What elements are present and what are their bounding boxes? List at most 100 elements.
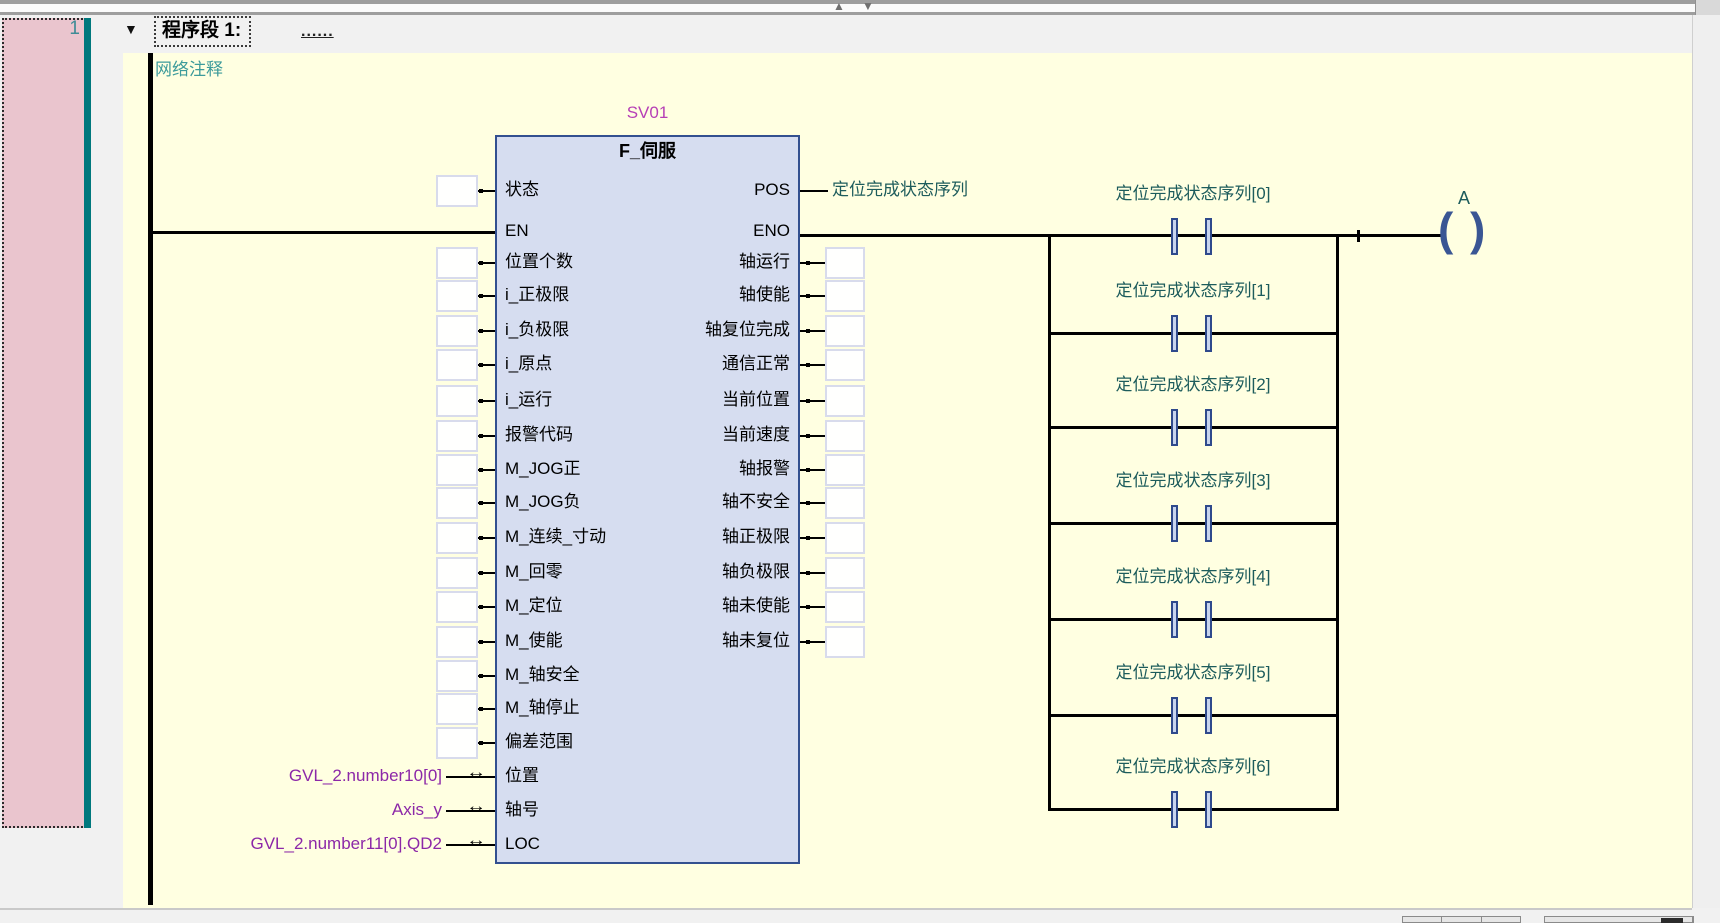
no-contact-bar-right[interactable] bbox=[1205, 218, 1212, 255]
no-contact-bar-right[interactable] bbox=[1205, 315, 1212, 352]
block-instance-name[interactable]: SV01 bbox=[495, 103, 800, 123]
no-contact-bar-left[interactable] bbox=[1171, 791, 1178, 828]
empty-operand-box[interactable] bbox=[825, 247, 865, 279]
bottom-toolbar-button[interactable] bbox=[1482, 917, 1520, 922]
empty-operand-box[interactable] bbox=[825, 280, 865, 312]
empty-operand-box[interactable] bbox=[825, 522, 865, 554]
empty-operand-box[interactable] bbox=[436, 349, 478, 381]
empty-operand-box[interactable] bbox=[436, 626, 478, 658]
splitter-handle[interactable] bbox=[0, 4, 1720, 12]
block-input-pin-i_正极限[interactable]: i_正极限 bbox=[505, 284, 569, 306]
empty-operand-box[interactable] bbox=[436, 385, 478, 417]
no-contact-bar-left[interactable] bbox=[1171, 601, 1178, 638]
empty-operand-box[interactable] bbox=[825, 626, 865, 658]
block-input-pin-轴号[interactable]: 轴号 bbox=[505, 799, 539, 821]
empty-operand-box[interactable] bbox=[436, 660, 478, 692]
block-output-pin-轴负极限[interactable]: 轴负极限 bbox=[590, 561, 790, 583]
block-input-pin-M_JOG正[interactable]: M_JOG正 bbox=[505, 458, 581, 480]
block-input-pin-报警代码[interactable]: 报警代码 bbox=[505, 424, 573, 446]
block-input-pin-i_负极限[interactable]: i_负极限 bbox=[505, 319, 569, 341]
block-input-pin-M_定位[interactable]: M_定位 bbox=[505, 595, 563, 617]
empty-operand-box[interactable] bbox=[436, 315, 478, 347]
no-contact-bar-left[interactable] bbox=[1171, 697, 1178, 734]
empty-operand-box[interactable] bbox=[436, 487, 478, 519]
block-output-pin-POS[interactable]: POS bbox=[590, 179, 790, 201]
network-collapse-triangle-icon[interactable]: ▼ bbox=[124, 21, 138, 37]
block-input-pin-M_回零[interactable]: M_回零 bbox=[505, 561, 563, 583]
empty-operand-box[interactable] bbox=[825, 591, 865, 623]
network-comment-placeholder[interactable]: ...... bbox=[301, 23, 334, 41]
block-input-pin-LOC[interactable]: LOC bbox=[505, 833, 540, 855]
contact-operand-label[interactable]: 定位完成状态序列[4] bbox=[1063, 567, 1323, 587]
block-input-pin-状态[interactable]: 状态 bbox=[505, 179, 539, 201]
network-title[interactable]: 程序段 1: bbox=[154, 16, 251, 47]
empty-operand-box[interactable] bbox=[436, 175, 478, 207]
empty-operand-box[interactable] bbox=[825, 315, 865, 347]
block-output-pin-轴使能[interactable]: 轴使能 bbox=[590, 284, 790, 306]
block-input-pin-i_运行[interactable]: i_运行 bbox=[505, 389, 552, 411]
block-output-pin-轴正极限[interactable]: 轴正极限 bbox=[590, 526, 790, 548]
block-input-pin-i_原点[interactable]: i_原点 bbox=[505, 353, 552, 375]
empty-operand-box[interactable] bbox=[825, 454, 865, 486]
block-input-pin-M_使能[interactable]: M_使能 bbox=[505, 630, 563, 652]
empty-operand-box[interactable] bbox=[436, 522, 478, 554]
contact-operand-label[interactable]: 定位完成状态序列[6] bbox=[1063, 757, 1323, 777]
bottom-toolbar-button[interactable] bbox=[1403, 917, 1442, 922]
no-contact-bar-right[interactable] bbox=[1205, 409, 1212, 446]
contact-operand-label[interactable]: 定位完成状态序列[5] bbox=[1063, 663, 1323, 683]
coil-operand-label[interactable]: A bbox=[1414, 188, 1514, 209]
no-contact-bar-left[interactable] bbox=[1171, 409, 1178, 446]
empty-operand-box[interactable] bbox=[436, 557, 478, 589]
coil-symbol-close[interactable]: ) bbox=[1470, 205, 1485, 253]
block-output-pin-轴复位完成[interactable]: 轴复位完成 bbox=[590, 319, 790, 341]
block-input-pin-EN[interactable]: EN bbox=[505, 220, 529, 242]
output-operand-POS[interactable]: 定位完成状态序列 bbox=[832, 179, 968, 201]
inout-operand-轴号[interactable]: Axis_y bbox=[142, 799, 442, 821]
splitter-collapse-up-icon[interactable]: ▲ bbox=[833, 0, 845, 13]
block-input-pin-M_JOG负[interactable]: M_JOG负 bbox=[505, 491, 581, 513]
empty-operand-box[interactable] bbox=[436, 591, 478, 623]
network-gutter-selection[interactable] bbox=[2, 18, 86, 828]
block-input-pin-位置个数[interactable]: 位置个数 bbox=[505, 251, 573, 273]
contact-operand-label[interactable]: 定位完成状态序列[0] bbox=[1063, 184, 1323, 204]
block-output-pin-轴运行[interactable]: 轴运行 bbox=[590, 251, 790, 273]
inout-operand-LOC[interactable]: GVL_2.number11[0].QD2 bbox=[142, 833, 442, 855]
block-input-pin-位置[interactable]: 位置 bbox=[505, 765, 539, 787]
no-contact-bar-left[interactable] bbox=[1171, 315, 1178, 352]
block-output-pin-轴不安全[interactable]: 轴不安全 bbox=[590, 491, 790, 513]
bottom-toolbar-group[interactable] bbox=[1402, 916, 1521, 923]
block-output-pin-当前速度[interactable]: 当前速度 bbox=[590, 424, 790, 446]
block-output-pin-通信正常[interactable]: 通信正常 bbox=[590, 353, 790, 375]
block-output-pin-当前位置[interactable]: 当前位置 bbox=[590, 389, 790, 411]
empty-operand-box[interactable] bbox=[825, 349, 865, 381]
empty-operand-box[interactable] bbox=[436, 727, 478, 759]
no-contact-bar-right[interactable] bbox=[1205, 791, 1212, 828]
block-input-pin-M_轴停止[interactable]: M_轴停止 bbox=[505, 697, 580, 719]
contact-operand-label[interactable]: 定位完成状态序列[3] bbox=[1063, 471, 1323, 491]
no-contact-bar-left[interactable] bbox=[1171, 218, 1178, 255]
block-output-pin-轴未复位[interactable]: 轴未复位 bbox=[590, 630, 790, 652]
inout-operand-位置[interactable]: GVL_2.number10[0] bbox=[142, 765, 442, 787]
no-contact-bar-right[interactable] bbox=[1205, 601, 1212, 638]
network-comment-text[interactable]: 网络注释 bbox=[155, 60, 223, 80]
bottom-zoom-group[interactable] bbox=[1544, 916, 1694, 923]
empty-operand-box[interactable] bbox=[825, 487, 865, 519]
block-output-pin-轴未使能[interactable]: 轴未使能 bbox=[590, 595, 790, 617]
empty-operand-box[interactable] bbox=[825, 557, 865, 589]
no-contact-bar-right[interactable] bbox=[1205, 505, 1212, 542]
empty-operand-box[interactable] bbox=[436, 280, 478, 312]
bottom-toolbar-button[interactable] bbox=[1442, 917, 1481, 922]
empty-operand-box[interactable] bbox=[436, 247, 478, 279]
coil-symbol-open[interactable]: ( bbox=[1438, 205, 1453, 253]
block-input-pin-偏差范围[interactable]: 偏差范围 bbox=[505, 731, 573, 753]
empty-operand-box[interactable] bbox=[825, 420, 865, 452]
block-output-pin-轴报警[interactable]: 轴报警 bbox=[590, 458, 790, 480]
block-input-pin-M_轴安全[interactable]: M_轴安全 bbox=[505, 664, 580, 686]
empty-operand-box[interactable] bbox=[436, 454, 478, 486]
no-contact-bar-right[interactable] bbox=[1205, 697, 1212, 734]
no-contact-bar-left[interactable] bbox=[1171, 505, 1178, 542]
empty-operand-box[interactable] bbox=[436, 693, 478, 725]
contact-operand-label[interactable]: 定位完成状态序列[1] bbox=[1063, 281, 1323, 301]
empty-operand-box[interactable] bbox=[436, 420, 478, 452]
block-output-pin-ENO[interactable]: ENO bbox=[590, 220, 790, 242]
